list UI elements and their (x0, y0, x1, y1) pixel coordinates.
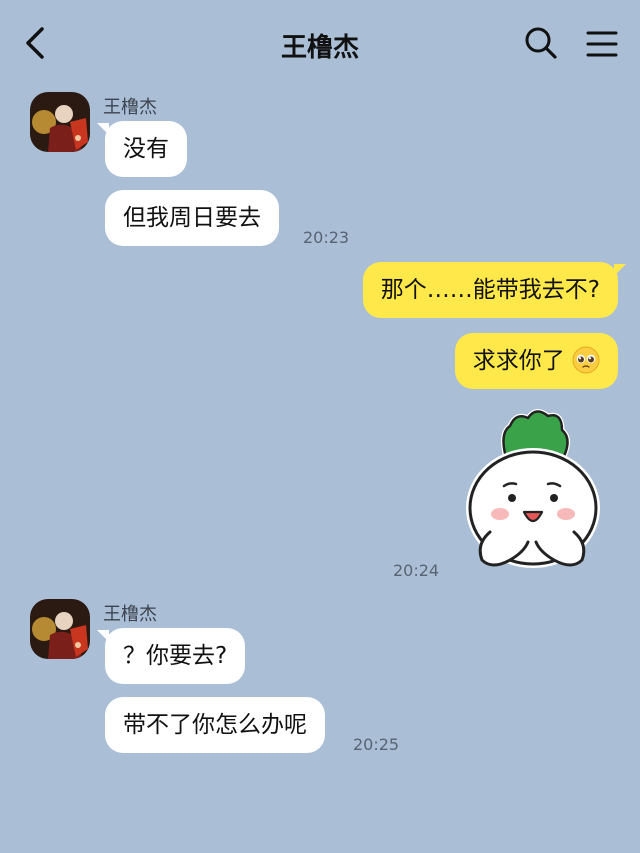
incoming-message[interactable]: 没有 (97, 121, 187, 177)
hamburger-menu-icon[interactable] (586, 30, 618, 58)
avatar[interactable] (30, 599, 90, 659)
outgoing-message[interactable]: 那个……能带我去不? (362, 262, 626, 318)
sender-name: 王橹杰 (103, 97, 157, 118)
message-timestamp: 20:25 (353, 735, 400, 754)
chat-header: 王橹杰 (0, 0, 640, 86)
search-icon[interactable] (524, 26, 558, 60)
sender-name: 王橹杰 (103, 604, 157, 625)
incoming-message[interactable]: ？你要去? (97, 628, 246, 684)
incoming-message[interactable]: 但我周日要去 (105, 190, 279, 246)
message-timestamp: 20:23 (303, 228, 350, 247)
outgoing-message[interactable]: 求求你了 (454, 333, 618, 389)
incoming-message[interactable]: 带不了你怎么办呢 (105, 697, 325, 753)
message-timestamp: 20:24 (393, 561, 440, 580)
radish-sticker[interactable] (462, 404, 602, 580)
avatar[interactable] (30, 92, 90, 152)
pleading-face-emoji (572, 346, 600, 373)
